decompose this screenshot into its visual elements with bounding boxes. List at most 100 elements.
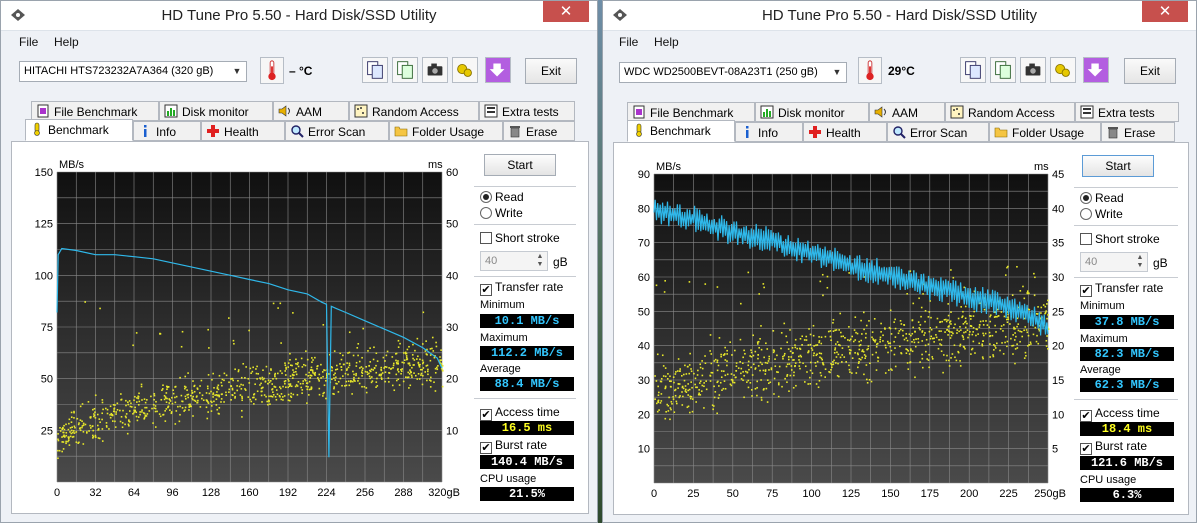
write-option[interactable]: Write (1080, 207, 1123, 221)
menu-file[interactable]: File (619, 35, 638, 49)
access-time-point (94, 417, 97, 419)
burst-rate-checkbox[interactable]: ✔ (480, 442, 492, 454)
access-time-point (787, 356, 790, 358)
access-time-point (305, 382, 308, 385)
drive-select[interactable]: WDC WD2500BEVT-08A23T1 (250 gB) ▼ (619, 62, 847, 83)
burst-rate-checkbox[interactable]: ✔ (1080, 443, 1092, 455)
transfer-rate-checkbox[interactable]: ✔ (1080, 285, 1092, 297)
access-time-point (171, 402, 174, 405)
transfer-rate-option[interactable]: ✔ Transfer rate (1080, 281, 1163, 297)
menu-help[interactable]: Help (54, 35, 79, 49)
copy-text-icon[interactable] (960, 57, 986, 83)
tab-erase[interactable]: Erase (503, 121, 575, 141)
access-time-point (365, 365, 368, 368)
tab-disk-monitor[interactable]: Disk monitor (755, 102, 869, 122)
copy-text-icon[interactable] (362, 57, 388, 83)
burst-rate-option[interactable]: ✔ Burst rate (1080, 439, 1147, 455)
spinner-arrows-icon[interactable]: ▲ ▼ (1134, 254, 1146, 270)
spinner-arrows-icon[interactable]: ▲ ▼ (534, 253, 546, 269)
tab-aam[interactable]: AAM (273, 101, 349, 121)
burst-rate-option[interactable]: ✔ Burst rate (480, 438, 547, 454)
menu-help[interactable]: Help (654, 35, 679, 49)
title-bar[interactable]: HD Tune Pro 5.50 - Hard Disk/SSD Utility… (603, 1, 1196, 31)
access-time-point (255, 372, 258, 375)
short-stroke-option[interactable]: Short stroke (480, 231, 560, 245)
access-time-point (101, 428, 104, 430)
access-time-point (887, 351, 889, 354)
copy-screenshot-icon[interactable] (990, 57, 1016, 83)
read-option[interactable]: Read (1080, 191, 1124, 205)
x-tick-label: 288 (394, 487, 412, 499)
start-button[interactable]: Start (484, 154, 556, 176)
access-time-point (1016, 265, 1018, 268)
title-bar[interactable]: HD Tune Pro 5.50 - Hard Disk/SSD Utility… (1, 1, 597, 31)
tab-random-access[interactable]: Random Access (945, 102, 1075, 122)
copy-screenshot-icon[interactable] (392, 57, 418, 83)
close-button[interactable]: ✕ (1142, 1, 1188, 22)
tab-health[interactable]: Health (803, 122, 887, 142)
tab-erase[interactable]: Erase (1101, 122, 1175, 142)
short-stroke-option[interactable]: Short stroke (1080, 232, 1160, 246)
save-icon[interactable] (485, 57, 511, 83)
write-radio[interactable] (1080, 208, 1092, 220)
short-stroke-spinner[interactable]: 40 ▲ ▼ (480, 251, 548, 271)
access-time-option[interactable]: ✔ Access time (1080, 406, 1160, 422)
access-time-option[interactable]: ✔ Access time (480, 405, 560, 421)
exit-button[interactable]: Exit (525, 58, 577, 84)
save-icon[interactable] (1083, 57, 1109, 83)
start-button[interactable]: Start (1082, 155, 1154, 177)
tab-info[interactable]: Info (735, 122, 803, 142)
tab-folder-usage[interactable]: Folder Usage (389, 121, 503, 141)
tab-extra-tests[interactable]: Extra tests (1075, 102, 1179, 122)
access-time-point (691, 410, 694, 413)
tab-random-access[interactable]: Random Access (349, 101, 479, 121)
short-stroke-spinner[interactable]: 40 ▲ ▼ (1080, 252, 1148, 272)
tab-error-scan[interactable]: Error Scan (887, 122, 989, 142)
transfer-rate-checkbox[interactable]: ✔ (480, 284, 492, 296)
write-option[interactable]: Write (480, 206, 523, 220)
read-radio[interactable] (1080, 192, 1092, 204)
access-time-point (208, 347, 210, 349)
menu-file[interactable]: File (19, 35, 38, 49)
tab-aam[interactable]: AAM (869, 102, 945, 122)
access-time-point (940, 350, 943, 353)
access-time-point (79, 405, 82, 408)
access-time-point (395, 359, 397, 362)
options-icon[interactable] (1050, 57, 1076, 83)
tab-benchmark[interactable]: Benchmark (627, 120, 735, 142)
info-icon (740, 125, 754, 139)
access-time-point (124, 423, 126, 426)
tab-extra-tests[interactable]: Extra tests (479, 101, 575, 121)
camera-icon[interactable] (1020, 57, 1046, 83)
access-time-checkbox[interactable]: ✔ (1080, 410, 1092, 422)
transfer-rate-option[interactable]: ✔ Transfer rate (480, 280, 563, 296)
tab-benchmark[interactable]: Benchmark (25, 119, 133, 141)
tab-folder-usage[interactable]: Folder Usage (989, 122, 1101, 142)
access-time-point (108, 428, 110, 430)
x-tick-label: 0 (651, 488, 657, 500)
write-radio[interactable] (480, 207, 492, 219)
short-stroke-checkbox[interactable] (480, 232, 492, 244)
tab-file-benchmark[interactable]: File Benchmark (31, 101, 159, 121)
access-time-point (689, 352, 691, 355)
tab-error-scan[interactable]: Error Scan (285, 121, 389, 141)
access-time-point (778, 365, 781, 368)
read-radio[interactable] (480, 191, 492, 203)
access-time-point (989, 315, 991, 318)
camera-icon[interactable] (422, 57, 448, 83)
read-option[interactable]: Read (480, 190, 524, 204)
tab-file-benchmark[interactable]: File Benchmark (627, 102, 755, 122)
close-button[interactable]: ✕ (543, 1, 589, 22)
tab-health[interactable]: Health (201, 121, 285, 141)
options-icon[interactable] (452, 57, 478, 83)
access-time-checkbox[interactable]: ✔ (480, 409, 492, 421)
access-time-point (954, 323, 956, 326)
short-stroke-checkbox[interactable] (1080, 233, 1092, 245)
access-time-point (408, 362, 410, 365)
tab-disk-monitor[interactable]: Disk monitor (159, 101, 273, 121)
drive-select[interactable]: HITACHI HTS723232A7A364 (320 gB) ▼ (19, 61, 247, 82)
exit-button[interactable]: Exit (1124, 58, 1176, 84)
access-time-point (97, 427, 100, 430)
access-time-point (256, 390, 259, 393)
tab-info[interactable]: Info (133, 121, 201, 141)
